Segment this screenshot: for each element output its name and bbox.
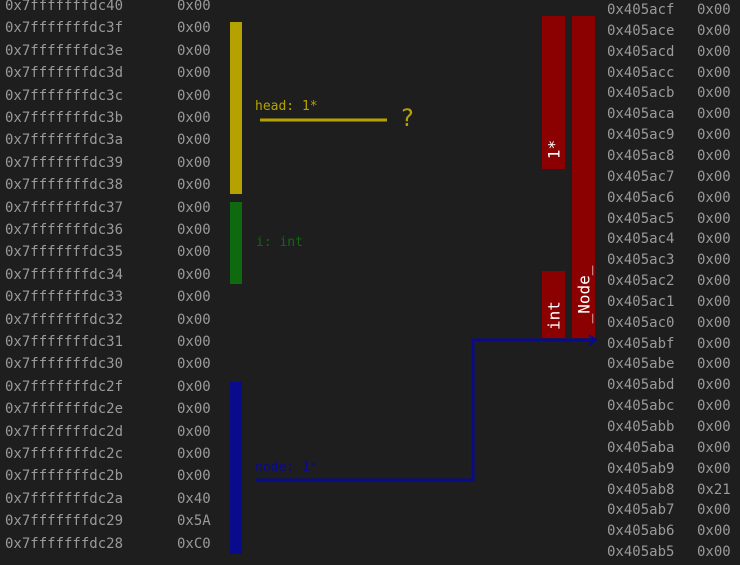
pointer-lines — [255, 118, 598, 482]
node-pointer-arrow — [255, 338, 596, 482]
